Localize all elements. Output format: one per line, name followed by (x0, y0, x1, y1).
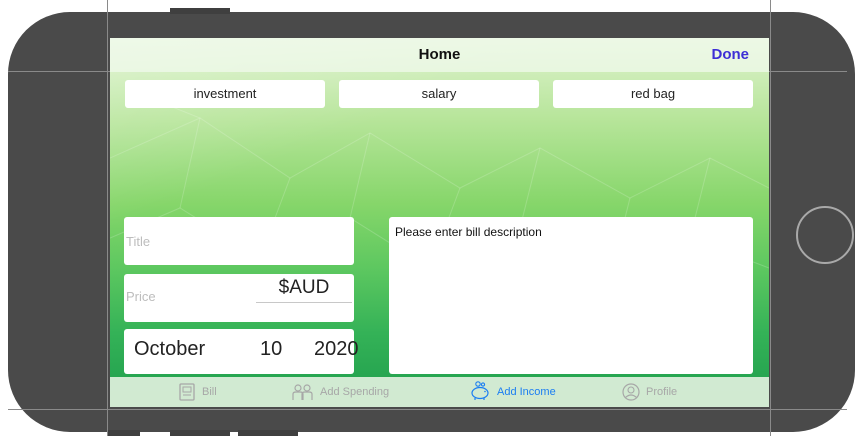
tab-add-spending[interactable]: Add Spending (292, 377, 404, 407)
category-salary-button[interactable]: salary (339, 80, 539, 108)
currency-label: $AUD (256, 277, 352, 303)
tab-profile[interactable]: Profile (622, 377, 702, 407)
bottom-button-1 (108, 430, 140, 436)
bill-icon (179, 383, 195, 401)
add-spending-icon (292, 384, 313, 400)
piggy-bank-icon (471, 381, 489, 400)
page-title: Home (418, 46, 461, 63)
description-field[interactable]: Please enter bill description (389, 217, 753, 374)
tab-bill-label: Bill (202, 386, 217, 398)
date-picker[interactable]: October 10 2020 (124, 329, 359, 374)
description-placeholder: Please enter bill description (395, 225, 542, 239)
title-placeholder: Title (126, 234, 151, 249)
tab-bar: Bill Add Spending Add Income Profile (110, 377, 769, 407)
tab-bill[interactable]: Bill (178, 377, 238, 407)
tab-add-income[interactable]: Add Income (469, 377, 569, 407)
done-button[interactable]: Done (712, 46, 750, 63)
bottom-button-3 (238, 430, 298, 436)
category-red-bag-button[interactable]: red bag (553, 80, 753, 108)
app-screen: Home Done investment salary red bag Titl… (110, 38, 769, 407)
volume-button (170, 8, 230, 14)
tab-add-spending-label: Add Spending (320, 386, 390, 398)
date-day: 10 (260, 338, 283, 360)
tab-profile-label: Profile (646, 386, 678, 398)
price-placeholder: Price (126, 289, 156, 304)
date-year: 2020 (314, 338, 359, 360)
date-month: October (134, 338, 206, 360)
navigation-bar: Home Done (110, 38, 769, 72)
bottom-button-2 (170, 430, 230, 436)
profile-icon (622, 383, 640, 401)
frame-line-right (770, 0, 771, 436)
price-field[interactable]: Price $AUD (124, 274, 354, 322)
home-button[interactable] (796, 206, 854, 264)
frame-line-bottom (8, 409, 847, 410)
tab-add-income-label: Add Income (497, 386, 556, 398)
frame-line-left (107, 0, 108, 436)
title-field[interactable]: Title (124, 217, 354, 265)
category-investment-button[interactable]: investment (125, 80, 325, 108)
